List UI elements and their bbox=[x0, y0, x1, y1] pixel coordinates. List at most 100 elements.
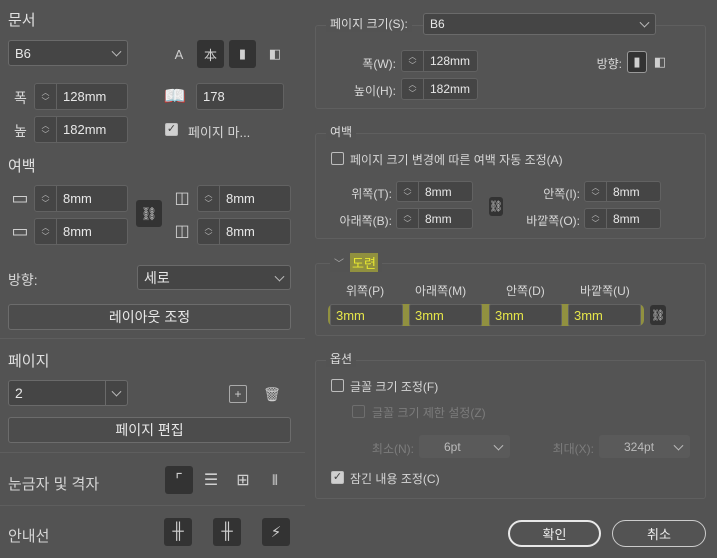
stepper-arrows-icon[interactable]: ︿ ﹀ bbox=[402, 51, 424, 71]
lock-guides-icon[interactable]: ╫ bbox=[213, 518, 241, 546]
landscape-icon[interactable]: ◧ bbox=[652, 53, 668, 71]
dialog-width-label: 폭(W): bbox=[362, 57, 396, 71]
bleed-inside-field[interactable]: 3mm bbox=[489, 304, 562, 326]
add-page-icon[interactable]: + bbox=[229, 385, 247, 403]
top-label: 위쪽(T): bbox=[351, 187, 392, 201]
dialog-height-value[interactable]: 182mm bbox=[424, 82, 470, 96]
bleed-bottom-field[interactable]: 3mm bbox=[409, 304, 482, 326]
stepper-arrows-icon[interactable]: ︿ ﹀ bbox=[402, 79, 424, 99]
smart-guides-icon[interactable]: ⚡ bbox=[262, 518, 290, 546]
ruler-icon[interactable]: ⌜ bbox=[165, 466, 193, 494]
margin-outside-value[interactable]: 8mm bbox=[220, 224, 255, 239]
page-size-label: 페이지 크기(S): bbox=[326, 15, 412, 32]
margin-top-icon: ▭ bbox=[11, 187, 29, 208]
rulers-grids-label: 눈금자 및 격자 bbox=[8, 476, 100, 493]
locked-content-label: 잠긴 내용 조정(C) bbox=[350, 472, 440, 486]
page-dropdown[interactable]: 2 bbox=[8, 380, 128, 406]
margin-inside-stepper[interactable]: ︿ ﹀ 8mm bbox=[197, 185, 291, 212]
facing-pages-checkbox[interactable]: ✓ bbox=[165, 123, 178, 136]
font-limit-checkbox[interactable] bbox=[352, 405, 365, 418]
margin-bottom-stepper[interactable]: ︿ ﹀ 8mm bbox=[34, 218, 128, 245]
bottom-stepper[interactable]: ︿ ﹀ 8mm bbox=[396, 208, 473, 229]
margin-top-stepper[interactable]: ︿ ﹀ 8mm bbox=[34, 185, 128, 212]
chain-link-icon[interactable]: ⛓ bbox=[650, 305, 666, 325]
divider bbox=[0, 505, 305, 506]
inside-stepper[interactable]: ︿ ﹀ 8mm bbox=[584, 181, 661, 202]
max-value: 324pt bbox=[624, 439, 655, 454]
adjust-layout-button[interactable]: 레이아웃 조정 bbox=[8, 304, 291, 330]
bottom-label: 아래쪽(B): bbox=[339, 214, 392, 228]
margin-outside-stepper[interactable]: ︿ ﹀ 8mm bbox=[197, 218, 291, 245]
chain-link-icon[interactable]: ⛓ bbox=[489, 197, 503, 216]
bleed-top-field[interactable]: 3mm bbox=[330, 304, 403, 326]
height-stepper[interactable]: ︿ ﹀ 182mm bbox=[34, 116, 128, 143]
cancel-button[interactable]: 취소 bbox=[612, 520, 706, 547]
edit-page-button[interactable]: 페이지 편집 bbox=[8, 417, 291, 443]
height-value[interactable]: 182mm bbox=[57, 122, 106, 137]
portrait-icon[interactable]: ▮ bbox=[229, 40, 256, 68]
stepper-arrows-icon[interactable]: ︿ ﹀ bbox=[585, 209, 607, 228]
chevron-down-icon bbox=[493, 440, 504, 451]
trash-icon[interactable]: 🗑 bbox=[263, 384, 281, 404]
text-frame-icon[interactable]: A bbox=[168, 42, 190, 66]
orientation-value: 세로 bbox=[144, 269, 170, 286]
vertical-text-icon[interactable]: 本 bbox=[197, 40, 224, 68]
min-value: 6pt bbox=[444, 439, 461, 454]
chevron-down-icon bbox=[111, 386, 122, 397]
dialog-height-stepper[interactable]: ︿ ﹀ 182mm bbox=[401, 78, 478, 100]
width-stepper[interactable]: ︿ ﹀ 128mm bbox=[34, 83, 128, 110]
stepper-arrows-icon[interactable]: ︿ ﹀ bbox=[35, 186, 57, 211]
min-dropdown[interactable]: 6pt bbox=[419, 435, 510, 458]
margin-inside-icon: ◫ bbox=[174, 190, 190, 207]
guides-icon[interactable]: ╫ bbox=[164, 518, 192, 546]
options-legend: 옵션 bbox=[326, 350, 357, 367]
stepper-arrows-icon[interactable]: ︿ ﹀ bbox=[35, 84, 57, 109]
top-stepper[interactable]: ︿ ﹀ 8mm bbox=[396, 181, 473, 202]
margins-legend: 여백 bbox=[326, 123, 357, 140]
stepper-arrows-icon[interactable]: ︿ ﹀ bbox=[198, 219, 220, 244]
stepper-arrows-icon[interactable]: ︿ ﹀ bbox=[585, 182, 607, 201]
guides-label: 안내선 bbox=[8, 528, 50, 545]
pages-count-value[interactable]: 178 bbox=[197, 89, 225, 104]
inside-value[interactable]: 8mm bbox=[607, 185, 640, 199]
width-value[interactable]: 128mm bbox=[57, 89, 106, 104]
chain-link-icon[interactable]: ⛓ bbox=[136, 200, 162, 227]
outside-value[interactable]: 8mm bbox=[607, 212, 640, 226]
margins-heading: 여백 bbox=[8, 158, 36, 175]
locked-content-checkbox[interactable]: ✓ bbox=[331, 471, 344, 484]
ok-button[interactable]: 확인 bbox=[508, 520, 601, 547]
margin-outside-icon: ◫ bbox=[174, 223, 190, 240]
stepper-arrows-icon[interactable]: ︿ ﹀ bbox=[198, 186, 220, 211]
baseline-grid-icon[interactable]: ☰ bbox=[198, 466, 224, 494]
outside-stepper[interactable]: ︿ ﹀ 8mm bbox=[584, 208, 661, 229]
landscape-icon[interactable]: ◧ bbox=[264, 42, 286, 66]
dialog-width-stepper[interactable]: ︿ ﹀ 128mm bbox=[401, 50, 478, 72]
bottom-value[interactable]: 8mm bbox=[419, 212, 452, 226]
preset-value: B6 bbox=[15, 45, 31, 61]
max-dropdown[interactable]: 324pt bbox=[599, 435, 690, 458]
stepper-arrows-icon[interactable]: ︿ ﹀ bbox=[397, 209, 419, 228]
bleed-legend[interactable]: ﹀ 도련 bbox=[330, 253, 382, 272]
margin-bottom-value[interactable]: 8mm bbox=[57, 224, 92, 239]
bleed-outside-field[interactable]: 3mm bbox=[568, 304, 641, 326]
margin-inside-value[interactable]: 8mm bbox=[220, 191, 255, 206]
portrait-icon[interactable]: ▮ bbox=[627, 51, 647, 73]
orientation-dropdown[interactable]: 세로 bbox=[137, 265, 291, 290]
stepper-arrows-icon[interactable]: ︿ ﹀ bbox=[35, 219, 57, 244]
height-label: 높 bbox=[14, 123, 27, 139]
stepper-arrows-icon[interactable]: ︿ ﹀ bbox=[35, 117, 57, 142]
preset-dropdown[interactable]: B6 bbox=[8, 40, 128, 66]
font-scale-checkbox[interactable] bbox=[331, 379, 344, 392]
facing-pages-label: 페이지 마... bbox=[188, 125, 251, 140]
document-grid-icon[interactable]: ⊞ bbox=[230, 466, 256, 494]
page-size-dropdown[interactable]: B6 bbox=[423, 13, 656, 35]
font-limit-label: 글꼴 크기 제한 설정(Z) bbox=[372, 406, 486, 420]
stepper-arrows-icon[interactable]: ︿ ﹀ bbox=[397, 182, 419, 201]
min-label: 최소(N): bbox=[371, 442, 414, 456]
auto-adjust-checkbox[interactable] bbox=[331, 152, 344, 165]
margin-top-value[interactable]: 8mm bbox=[57, 191, 92, 206]
dialog-width-value[interactable]: 128mm bbox=[424, 54, 470, 68]
pages-count-field[interactable]: 178 bbox=[196, 83, 284, 110]
column-grid-icon[interactable]: ⦀ bbox=[262, 466, 288, 494]
top-value[interactable]: 8mm bbox=[419, 185, 452, 199]
